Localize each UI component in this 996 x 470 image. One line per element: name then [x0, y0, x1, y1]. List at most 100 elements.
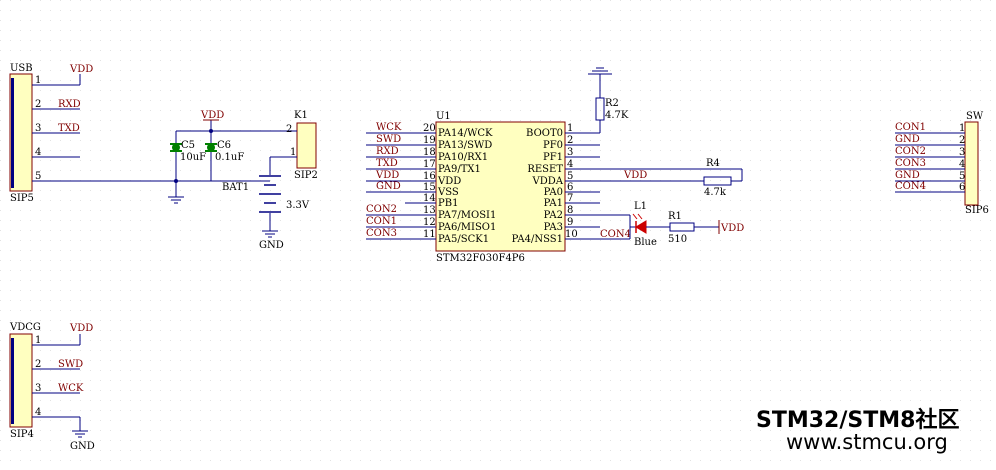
sw-pin-2: 2	[959, 135, 965, 146]
usb-pin-2: 2	[35, 99, 41, 110]
sw-body	[964, 121, 979, 206]
usb-net-rxd: RXD	[58, 99, 81, 110]
c6-name: C6	[217, 140, 231, 151]
sw-designator: SW	[966, 111, 984, 122]
bat-name: BAT1	[222, 182, 249, 193]
vdcg-pin-2: 2	[35, 359, 41, 370]
c6-value: 0.1uF	[215, 152, 244, 163]
mcu-pin-14-num: 14	[423, 193, 436, 204]
usb-pin-4: 4	[35, 147, 41, 158]
mcu-pin-18-name: PA10/RX1	[438, 152, 488, 163]
mcu-pin-8-num: 8	[567, 205, 573, 216]
mcu-pin-20-num: 20	[423, 123, 436, 134]
mcu-pin-4-num: 4	[567, 159, 573, 170]
mcu-pin-1-num: 1	[567, 123, 573, 134]
usb-pin-5: 5	[35, 171, 41, 182]
mcu-net-swd: SWD	[376, 134, 401, 145]
sw-pin-5: 5	[959, 171, 965, 182]
mcu-net-vdda: VDD	[623, 170, 647, 181]
mcu-pin-17-name: PA9/TX1	[438, 164, 481, 175]
mcu-net-gnd: GND	[376, 181, 401, 192]
led-vdd-label: VDD	[720, 223, 744, 234]
l1-name: L1	[634, 201, 647, 212]
mcu-pin-10-name: PA4/NSS1	[512, 234, 563, 245]
sw-pin-3: 3	[959, 147, 965, 158]
mcu-pin-13-num: 13	[423, 205, 436, 216]
r1-name: R1	[668, 211, 682, 222]
vdcg-net-wck: WCK	[58, 383, 84, 394]
r1-value: 510	[668, 234, 687, 245]
bat-value: 3.3V	[286, 200, 310, 211]
mcu-pin-4-name: RESET	[527, 164, 563, 175]
mcu-pin-19-num: 19	[423, 135, 436, 146]
vdcg-designator: VDCG	[9, 322, 41, 333]
power-vdd-label: VDD	[200, 110, 224, 121]
mcu-net-con2: CON2	[366, 204, 397, 215]
mcu-net-con3: CON3	[366, 228, 397, 239]
mcu-pin-9-num: 9	[567, 217, 573, 228]
mcu-pin-19-name: PA13/SWD	[438, 140, 492, 151]
vdcg-pin-4: 4	[35, 407, 41, 418]
mcu-pin-13-name: PA7/MOSI1	[438, 210, 496, 221]
mcu-pin-16-name: VDD	[437, 176, 461, 187]
mcu-net-wck: WCK	[376, 122, 402, 133]
c5-value: 10uF	[180, 152, 206, 163]
usb-net-txd: TXD	[58, 123, 80, 134]
mcu-pin-18-num: 18	[423, 147, 436, 158]
battery-gnd-label: GND	[259, 240, 284, 251]
sw-net-2: GND	[895, 134, 920, 145]
sw-footprint: SIP6	[965, 205, 989, 216]
usb-footprint: SIP5	[10, 193, 34, 204]
sw-net-6: CON4	[895, 181, 926, 192]
mcu-pin-3-name: PF1	[543, 152, 563, 163]
mcu-pin-20-name: PA14/WCK	[438, 128, 493, 139]
mcu-pin-6-name: PA0	[544, 187, 563, 198]
mcu-pin-8-name: PA2	[544, 210, 563, 221]
sw-net-3: CON2	[895, 146, 926, 157]
sw-net-5: GND	[895, 170, 920, 181]
mcu-net-txd: TXD	[376, 158, 398, 169]
usb-net-vdd: VDD	[69, 64, 93, 75]
usb-pin-3: 3	[35, 123, 41, 134]
mcu-pin-16-num: 16	[423, 171, 436, 182]
r2-value: 4.7K	[605, 110, 629, 121]
k1-footprint: SIP2	[294, 170, 318, 181]
mcu-pin-11-num: 11	[423, 229, 436, 240]
mcu-pin-2-num: 2	[567, 135, 573, 146]
mcu-pin-12-num: 12	[423, 217, 436, 228]
mcu-pin-14-name: PB1	[438, 198, 458, 209]
watermark-url: www.stmcu.org	[786, 430, 948, 454]
usb-designator: USB	[10, 63, 33, 74]
schematic-canvas: USB SIP5 1 2 3 4 5 VDD RXD TXD VDD C5 10…	[0, 0, 996, 465]
r2-name: R2	[605, 98, 619, 109]
k1-name: K1	[294, 110, 308, 121]
mcu-pin-9-name: PA3	[544, 222, 563, 233]
vdcg-net-swd: SWD	[58, 359, 83, 370]
mcu-pin-10-num: 10	[565, 229, 578, 240]
mcu-pin-15-num: 15	[423, 182, 436, 193]
mcu-pin-7-num: 7	[567, 193, 573, 204]
mcu-net-con1: CON1	[366, 216, 397, 227]
k1-pin-2: 2	[286, 124, 292, 135]
sw-pin-6: 6	[959, 182, 965, 193]
mcu-pin-5-num: 5	[567, 171, 573, 182]
mcu-pin-1-name: BOOT0	[526, 128, 563, 139]
mcu-net-rxd: RXD	[376, 146, 399, 157]
schematic-sheet: USB SIP5 1 2 3 4 5 VDD RXD TXD VDD C5 10…	[0, 0, 996, 465]
vdcg-pin-3: 3	[35, 383, 41, 394]
mcu-pin-11-name: PA5/SCK1	[438, 234, 489, 245]
mcu-pin-12-name: PA6/MISO1	[438, 222, 496, 233]
sw-net-1: CON1	[895, 122, 926, 133]
mcu-pin-7-name: PA1	[544, 198, 563, 209]
vdcg-pin-1: 1	[35, 335, 41, 346]
r4-value: 4.7k	[704, 187, 727, 198]
usb-pin-1: 1	[35, 75, 41, 86]
sw-pin-4: 4	[959, 159, 965, 170]
mcu-pin-2-name: PF0	[543, 140, 563, 151]
mcu-pin-6-num: 6	[567, 182, 573, 193]
mcu-designator: U1	[436, 111, 451, 122]
sw-net-4: CON3	[895, 158, 926, 169]
sw-pin-1: 1	[959, 123, 965, 134]
mcu-part: STM32F030F4P6	[436, 253, 525, 264]
mcu-pin-3-num: 3	[567, 147, 573, 158]
